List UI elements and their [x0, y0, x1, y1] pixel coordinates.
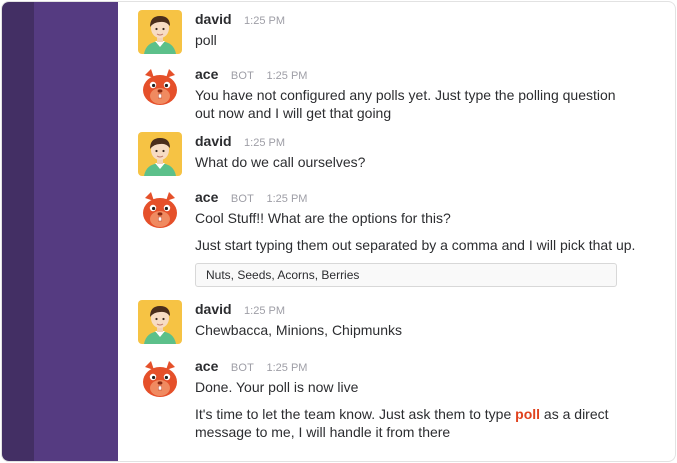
message-text: It's time to let the team know. Just ask…: [195, 405, 655, 441]
message-author[interactable]: ace: [195, 358, 218, 374]
message-timestamp[interactable]: 1:25 PM: [266, 70, 307, 82]
squirrel-bot-icon[interactable]: [138, 65, 182, 109]
message-author[interactable]: ace: [195, 66, 218, 82]
options-preview-box: Nuts, Seeds, Acorns, Berries: [195, 263, 617, 287]
poll-keyword: poll: [515, 406, 541, 422]
message-author[interactable]: david: [195, 301, 232, 317]
message-line: message to me, I will handle it from the…: [195, 424, 451, 440]
message-timestamp[interactable]: 1:25 PM: [266, 193, 307, 205]
message-text: What do we call ourselves?: [195, 154, 366, 170]
message-line: It's time to let the team know. Just ask…: [195, 405, 655, 423]
message-line: out now and I will get that going: [195, 105, 392, 121]
bot-badge: BOT: [230, 70, 255, 82]
squirrel-bot-icon[interactable]: [138, 357, 182, 401]
message-author[interactable]: david: [195, 11, 232, 27]
message-author[interactable]: david: [195, 133, 232, 149]
message-text: Just start typing them out separated by …: [195, 237, 636, 253]
message-text: Chewbacca, Minions, Chipmunks: [195, 322, 402, 338]
message-timestamp[interactable]: 1:25 PM: [244, 15, 285, 27]
message-author[interactable]: ace: [195, 189, 218, 205]
message-text: You have not configured any polls yet. J…: [195, 86, 655, 122]
user-avatar-icon[interactable]: [138, 300, 182, 344]
message-line: You have not configured any polls yet. J…: [195, 87, 616, 103]
squirrel-bot-icon[interactable]: [138, 188, 182, 232]
message-list: david 1:25 PM poll ace BOT 1:25 PM You h…: [118, 2, 675, 461]
message-fragment: as a direct: [540, 406, 609, 422]
team-switcher-sidebar: [2, 2, 34, 461]
message-text: Done. Your poll is now live: [195, 379, 359, 395]
user-avatar-icon[interactable]: [138, 132, 182, 176]
bot-badge: BOT: [230, 362, 255, 374]
user-avatar-icon[interactable]: [138, 10, 182, 54]
message-timestamp[interactable]: 1:25 PM: [244, 305, 285, 317]
app-window: david 1:25 PM poll ace BOT 1:25 PM You h…: [2, 2, 675, 461]
message-timestamp[interactable]: 1:25 PM: [244, 137, 285, 149]
bot-badge: BOT: [230, 193, 255, 205]
message-text: Cool Stuff!! What are the options for th…: [195, 210, 451, 226]
message-timestamp[interactable]: 1:25 PM: [266, 362, 307, 374]
message-fragment: It's time to let the team know. Just ask…: [195, 406, 516, 422]
channel-sidebar: [34, 2, 118, 461]
message-text: poll: [195, 32, 217, 48]
